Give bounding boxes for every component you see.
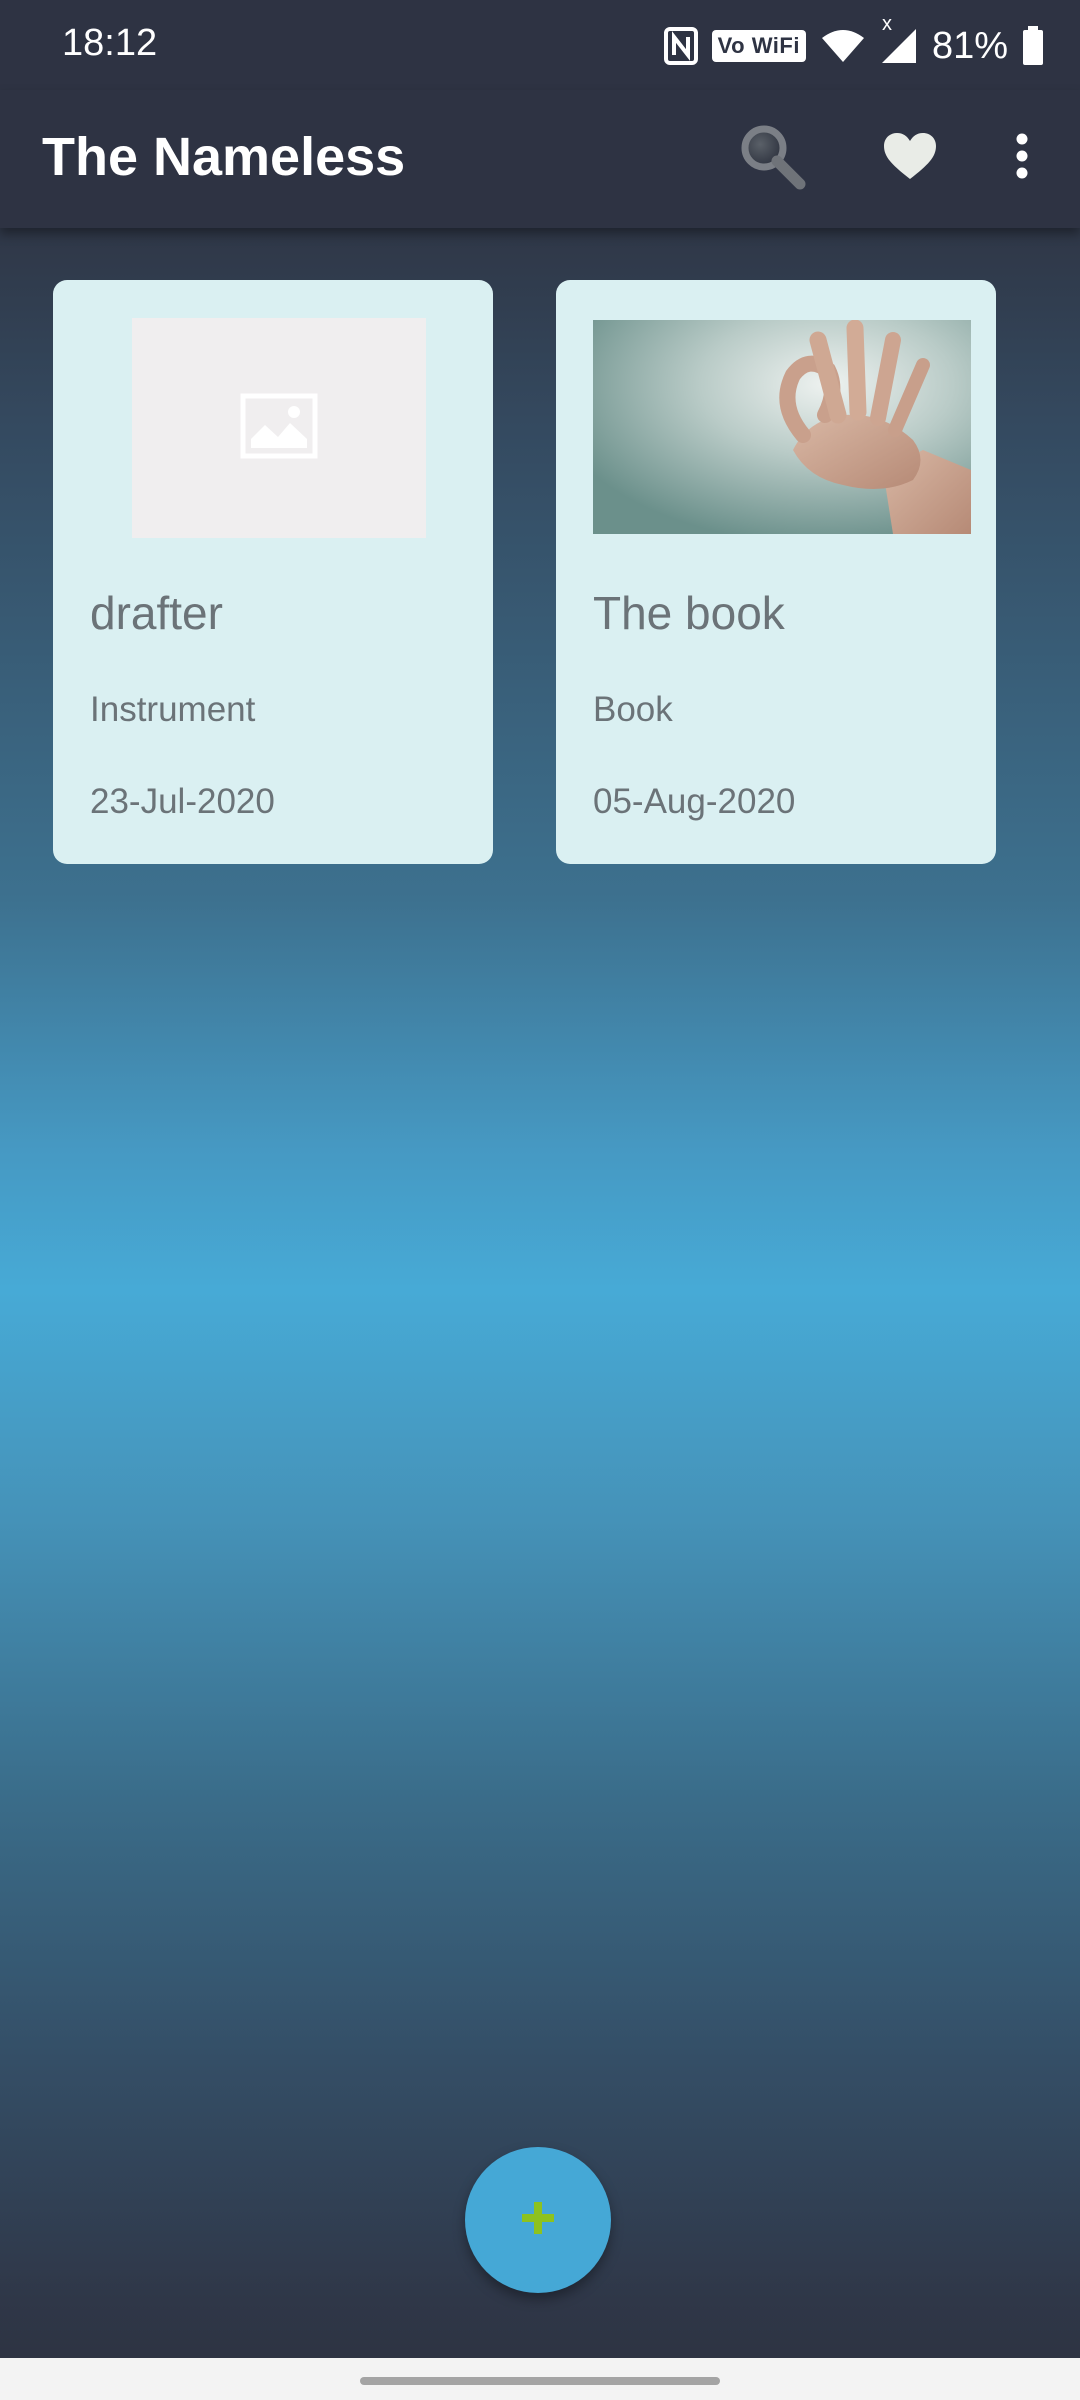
home-indicator[interactable]: [360, 2377, 720, 2385]
wifi-icon: [820, 28, 866, 64]
ok-hand-photo: [593, 320, 971, 534]
item-date: 05-Aug-2020: [593, 782, 796, 821]
item-date: 23-Jul-2020: [90, 782, 275, 821]
status-bar: 18:12 Vo WiFi x 81%: [0, 0, 1080, 90]
more-options-button[interactable]: [974, 110, 1070, 206]
item-category: Instrument: [90, 690, 256, 729]
item-category: Book: [593, 690, 673, 729]
item-thumbnail: [132, 318, 426, 538]
more-vertical-icon: [1014, 132, 1030, 185]
item-card[interactable]: drafter Instrument 23-Jul-2020: [53, 280, 493, 864]
image-placeholder-icon: [240, 393, 318, 464]
heart-icon: [882, 131, 938, 186]
nfc-icon: [663, 27, 698, 65]
app-bar: The Nameless: [0, 90, 1080, 228]
item-name: drafter: [90, 587, 223, 639]
signal-icon: x: [880, 13, 918, 65]
status-icons: Vo WiFi x 81%: [663, 13, 1044, 72]
item-card[interactable]: The book Book 05-Aug-2020: [556, 280, 996, 864]
item-name: The book: [593, 587, 785, 639]
item-thumbnail: [593, 320, 971, 534]
status-time: 18:12: [62, 22, 158, 64]
search-icon: [736, 120, 808, 197]
vowifi-icon: Vo WiFi: [711, 30, 806, 62]
battery-percentage: 81%: [931, 24, 1008, 67]
signal-marker: x: [881, 13, 892, 35]
plus-icon: [518, 2198, 558, 2243]
app-title: The Nameless: [42, 127, 406, 187]
system-nav-bar: [0, 2358, 1080, 2400]
add-item-button[interactable]: [465, 2147, 611, 2293]
search-button[interactable]: [724, 110, 820, 206]
favorites-button[interactable]: [862, 110, 958, 206]
battery-icon: [1022, 26, 1044, 66]
